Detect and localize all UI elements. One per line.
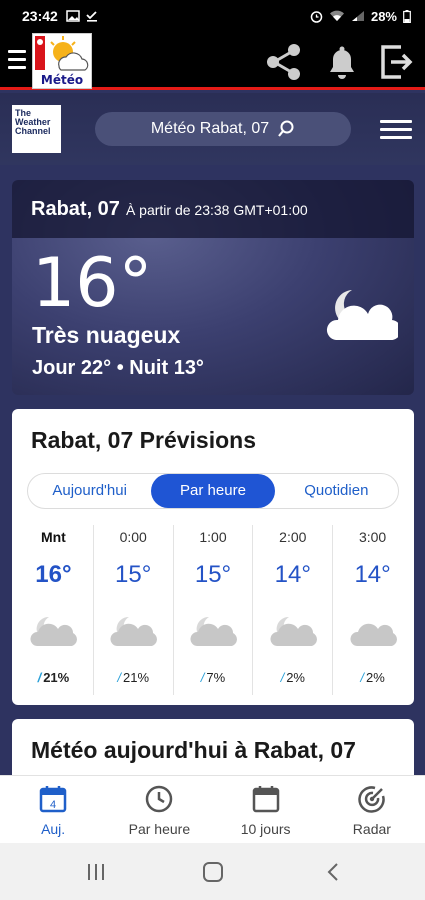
search-icon [278, 120, 294, 137]
hour-label: 0:00 [119, 529, 147, 545]
hour-label: 1:00 [199, 529, 227, 545]
day-night-temps: Jour 22° • Nuit 13° [32, 357, 204, 379]
location-search[interactable]: Météo Rabat, 07 [95, 112, 351, 146]
hour-precip: /2% [360, 670, 385, 685]
tab-today[interactable]: Aujourd'hui [28, 474, 151, 508]
alarm-icon [310, 10, 323, 23]
partly-cloudy-night-icon [110, 616, 158, 646]
hour-precip: /7% [200, 670, 226, 685]
hour-column[interactable]: 2:00 14° /2% [252, 525, 332, 695]
calendar-icon [252, 786, 279, 813]
system-navigation-bar [0, 843, 425, 900]
hour-temperature: 16° [35, 561, 72, 588]
nav-label: Radar [352, 821, 391, 837]
nav-label: 10 jours [240, 821, 291, 837]
twc-header: The Weather Channel Météo Rabat, 07 [0, 93, 425, 165]
main-menu-button[interactable] [380, 120, 412, 142]
app-bar: Météo [0, 32, 425, 90]
exit-button[interactable] [377, 42, 417, 82]
hour-label: 3:00 [358, 529, 387, 545]
weather-channel-logo[interactable]: The Weather Channel [12, 105, 61, 153]
app-logo: Météo [32, 33, 92, 89]
calendar-day-icon: 4 [39, 786, 67, 813]
hour-label: 2:00 [279, 529, 307, 545]
signal-icon [351, 11, 364, 21]
back-icon[interactable] [322, 861, 346, 883]
app-logo-icon [35, 36, 89, 71]
tab-hourly[interactable]: Par heure [151, 474, 275, 508]
battery-icon [403, 9, 411, 23]
partly-cloudy-night-icon [190, 616, 237, 646]
status-time: 23:42 [22, 8, 58, 24]
hour-temperature: 14° [274, 561, 311, 588]
nav-radar[interactable]: Radar [319, 776, 425, 843]
hour-temperature: 15° [194, 561, 232, 588]
recent-apps-icon[interactable] [84, 861, 108, 883]
status-bar: 23:42 28% [0, 0, 425, 32]
current-header: Rabat, 07 À partir de 23:38 GMT+01:00 [12, 180, 414, 238]
radar-icon [358, 786, 385, 813]
bottom-nav: 4 Auj. Par heure 10 jours Radar [0, 775, 425, 843]
exit-icon [381, 45, 413, 79]
nav-label: Auj. [41, 821, 66, 837]
share-button[interactable] [262, 40, 306, 84]
partly-cloudy-night-icon [270, 616, 317, 646]
nav-hourly[interactable]: Par heure [106, 776, 212, 843]
hour-label: Mnt [40, 529, 66, 545]
forecast-tabs: Aujourd'hui Par heure Quotidien [27, 473, 399, 509]
battery-percent: 28% [370, 8, 397, 24]
hour-temperature: 15° [115, 561, 152, 588]
current-timestamp: À partir de 23:38 GMT+01:00 [125, 202, 308, 218]
location-search-label: Météo Rabat, 07 [150, 120, 270, 137]
drawer-menu-button[interactable] [8, 50, 26, 70]
bell-icon [330, 46, 354, 79]
hour-column[interactable]: 3:00 14° /2% [332, 525, 412, 695]
notifications-button[interactable] [322, 40, 362, 84]
app-logo-text: Météo [40, 73, 84, 87]
current-city: Rabat, 07 [31, 197, 120, 220]
hour-temperature: 14° [354, 561, 391, 588]
hour-precip: /2% [280, 670, 305, 685]
partly-cloudy-night-icon [30, 616, 78, 646]
today-title: Météo aujourd'hui à Rabat, 07 [31, 737, 356, 763]
current-conditions-card[interactable]: Rabat, 07 À partir de 23:38 GMT+01:00 16… [12, 180, 414, 395]
nav-label: Par heure [128, 821, 191, 837]
current-phrase: Très nuageux [32, 322, 181, 348]
hour-column[interactable]: Mnt 16° /21% [14, 525, 93, 695]
tab-daily[interactable]: Quotidien [275, 474, 398, 508]
wifi-icon [329, 10, 344, 21]
image-icon [66, 10, 80, 22]
hour-precip: /21% [37, 670, 70, 685]
forecast-card: Rabat, 07 Prévisions Aujourd'hui Par heu… [12, 409, 414, 705]
clock-icon [146, 785, 173, 813]
current-temperature: 16° [32, 244, 153, 323]
download-done-icon [86, 11, 97, 22]
cloudy-icon [350, 623, 397, 646]
hour-column[interactable]: 1:00 15° /7% [172, 525, 253, 695]
home-icon[interactable] [201, 861, 225, 883]
nav-10-days[interactable]: 10 jours [213, 776, 319, 843]
hour-column[interactable]: 0:00 15° /21% [92, 525, 173, 695]
hourly-forecast: Mnt 16° /21% 0:00 15° /21% 1:00 15° /7% … [12, 525, 414, 695]
forecast-title: Rabat, 07 Prévisions [31, 427, 256, 453]
svg-text:4: 4 [50, 799, 56, 811]
nav-today[interactable]: 4 Auj. [0, 776, 106, 843]
partly-cloudy-night-icon [327, 290, 398, 341]
share-icon [267, 44, 300, 80]
hour-precip: /21% [117, 670, 150, 685]
